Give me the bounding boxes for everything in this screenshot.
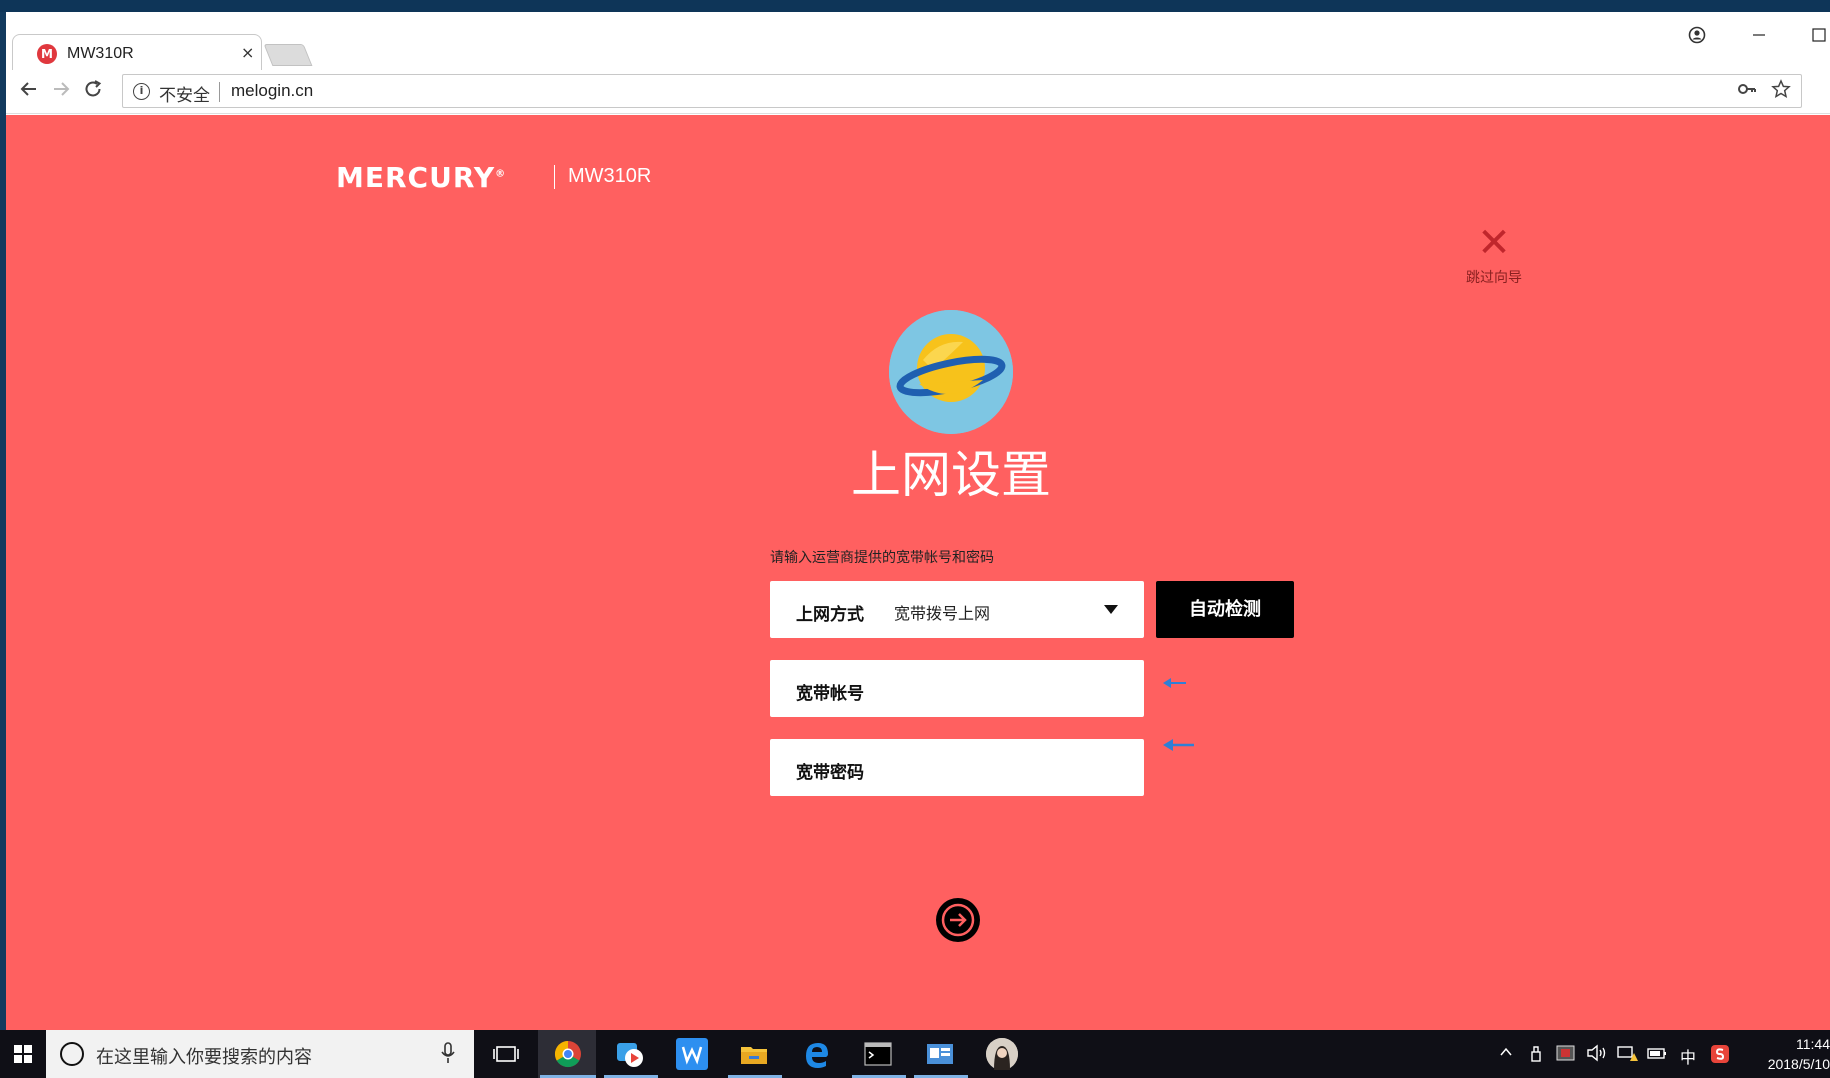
instruction-text: 请输入运营商提供的宽带帐号和密码 (770, 547, 994, 567)
chrome-icon[interactable] (552, 1038, 584, 1070)
address-separator (219, 82, 220, 102)
connection-type-select[interactable]: 上网方式 宽带拨号上网 (770, 581, 1144, 638)
close-tab-icon[interactable]: × (241, 43, 254, 62)
password-field[interactable]: 宽带密码 (770, 739, 1144, 796)
connection-type-value[interactable]: 宽带拨号上网 (894, 600, 990, 624)
windows-taskbar: 在这里输入你要搜索的内容 (0, 1030, 1830, 1078)
connection-type-label: 上网方式 (796, 600, 864, 625)
desktop-background (0, 0, 1830, 12)
key-icon[interactable] (1737, 79, 1757, 104)
control-panel-icon[interactable] (924, 1038, 956, 1070)
arrow-right-icon[interactable] (936, 898, 980, 942)
arrow-right-icon[interactable] (50, 78, 72, 106)
microphone-icon[interactable] (440, 1042, 456, 1069)
reload-icon[interactable] (82, 78, 104, 106)
info-icon[interactable]: i (133, 83, 150, 100)
browser-tab[interactable]: M MW310R × (12, 34, 262, 72)
arrow-left-icon (1162, 674, 1188, 695)
media-player-icon[interactable] (614, 1038, 646, 1070)
brand-name: MERCURY (336, 161, 495, 194)
mercury-logo: MERCURY® (336, 161, 506, 194)
clock-date: 2018/5/10 (1748, 1054, 1830, 1074)
tab-favicon-icon: M (37, 44, 57, 64)
arrow-left-icon (1162, 737, 1196, 758)
minimize-icon[interactable] (1752, 26, 1766, 47)
volume-icon[interactable] (1586, 1044, 1608, 1066)
account-input[interactable] (890, 670, 1130, 706)
star-icon[interactable] (1771, 79, 1791, 104)
network-warning-icon[interactable] (1616, 1044, 1638, 1066)
windows-start-button[interactable] (0, 1030, 46, 1078)
maximize-icon[interactable] (1812, 26, 1826, 47)
logo-separator (554, 165, 555, 189)
clock-time: 11:44 (1748, 1034, 1830, 1054)
app-tray-icon[interactable] (1556, 1044, 1576, 1066)
browser-titlebar: M MW310R × (6, 12, 1830, 70)
system-clock[interactable]: 11:44 2018/5/10 (1748, 1034, 1830, 1074)
file-explorer-icon[interactable] (738, 1038, 770, 1070)
password-input[interactable] (890, 749, 1130, 785)
profile-icon[interactable] (1688, 26, 1706, 49)
router-setup-page: MERCURY® MW310R ✕ 跳过向导 上网设置 请输入运营商提供的宽带帐… (6, 115, 1830, 1030)
brand-mark: ® (495, 169, 506, 180)
tab-title: MW310R (67, 45, 134, 63)
password-label: 宽带密码 (796, 758, 864, 783)
wps-writer-icon[interactable] (676, 1038, 708, 1070)
task-view-icon[interactable] (490, 1038, 522, 1070)
account-label: 宽带帐号 (796, 679, 864, 704)
close-icon[interactable]: ✕ (1458, 223, 1530, 263)
chevron-down-icon[interactable] (1104, 605, 1118, 614)
browser-window: M MW310R × i 不安全 melogin.cn (6, 12, 1830, 1030)
page-title: 上网设置 (706, 435, 1196, 507)
planet-icon (889, 310, 1013, 434)
browser-toolbar: i 不安全 melogin.cn (6, 70, 1830, 114)
arrow-left-icon[interactable] (18, 78, 40, 106)
security-label[interactable]: 不安全 (159, 81, 210, 106)
next-button[interactable] (936, 898, 980, 942)
skip-wizard-button[interactable]: ✕ 跳过向导 (1458, 223, 1530, 287)
edge-icon[interactable] (800, 1038, 832, 1070)
battery-icon[interactable] (1646, 1044, 1668, 1066)
search-placeholder[interactable]: 在这里输入你要搜索的内容 (96, 1043, 312, 1069)
cortana-icon[interactable] (60, 1042, 84, 1066)
terminal-icon[interactable] (862, 1038, 894, 1070)
skip-wizard-label[interactable]: 跳过向导 (1458, 267, 1530, 287)
address-bar[interactable]: i 不安全 melogin.cn (122, 74, 1802, 108)
sogou-input-icon[interactable] (1710, 1044, 1730, 1068)
user-avatar-icon[interactable] (986, 1038, 1018, 1070)
auto-detect-button[interactable]: 自动检测 (1156, 581, 1294, 638)
new-tab-button[interactable] (264, 44, 313, 66)
account-field[interactable]: 宽带帐号 (770, 660, 1144, 717)
taskbar-search[interactable]: 在这里输入你要搜索的内容 (46, 1030, 474, 1078)
input-method-indicator[interactable]: 中 (1680, 1044, 1696, 1068)
show-hidden-icons-icon[interactable] (1498, 1044, 1514, 1064)
model-name: MW310R (568, 165, 651, 188)
url-text[interactable]: melogin.cn (231, 81, 313, 101)
usb-device-icon[interactable] (1528, 1044, 1544, 1066)
